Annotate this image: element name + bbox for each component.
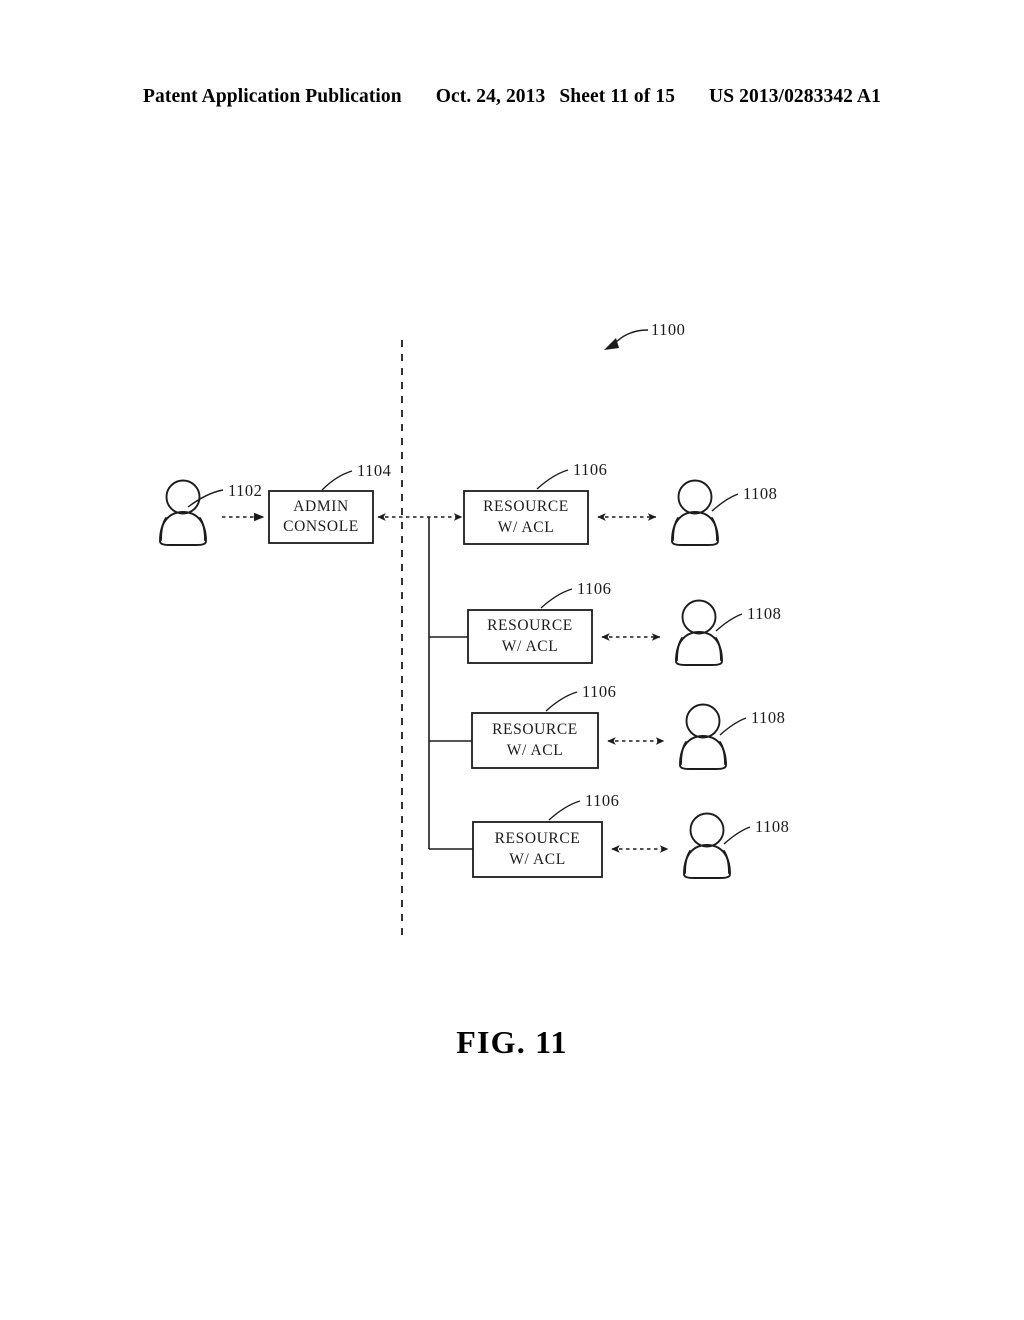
resource-user-2-ref-number: 1108 — [747, 604, 782, 623]
resource-node-2[interactable]: RESOURCE W/ ACL — [468, 610, 592, 663]
resource-1-ref-number: 1106 — [573, 460, 608, 479]
figure-11-diagram: 1100 1102 1104 ADMIN CONSOLE 1106 RESOUR… — [0, 0, 1024, 1320]
resource-4-label-line1: RESOURCE — [494, 830, 581, 848]
resource-node-4[interactable]: RESOURCE W/ ACL — [473, 822, 602, 877]
admin-user-icon — [159, 479, 207, 546]
resource-2-ref-number: 1106 — [577, 579, 612, 598]
admin-user-ref-leader — [187, 489, 224, 508]
resource-user-4-ref-number: 1108 — [755, 817, 790, 836]
resource-user-4-ref-leader — [723, 826, 751, 845]
resource-1-label-line1: RESOURCE — [483, 498, 569, 516]
system-ref-leader-1100 — [604, 329, 649, 350]
resource-node-3[interactable]: RESOURCE W/ ACL — [472, 713, 598, 768]
admin-console-label-line1: ADMIN — [293, 497, 349, 515]
resource-2-label-line2: W/ ACL — [501, 637, 559, 655]
resource-user-icon-3 — [679, 703, 727, 770]
resource-user-icon-1 — [671, 479, 719, 546]
resource-user-2-ref-leader — [715, 613, 743, 632]
admin-user-ref-number: 1102 — [228, 481, 263, 500]
resource-1-label-line2: W/ ACL — [497, 518, 555, 536]
admin-console-ref-number: 1104 — [357, 461, 392, 480]
resource-user-icon-2 — [675, 599, 723, 666]
resource-2-label-line1: RESOURCE — [487, 617, 573, 635]
resource-4-label-line2: W/ ACL — [509, 850, 566, 868]
resource-3-label-line2: W/ ACL — [506, 741, 564, 759]
resource-1-ref-leader — [536, 469, 569, 490]
resource-user-3-ref-leader — [719, 717, 747, 736]
admin-console-ref-leader — [321, 470, 353, 491]
resource-3-ref-number: 1106 — [582, 682, 617, 701]
resource-distribution-bus — [428, 517, 473, 850]
admin-console-node[interactable]: ADMIN CONSOLE — [269, 491, 373, 543]
resource-user-3-ref-number: 1108 — [751, 708, 786, 727]
resource-2-ref-leader — [540, 588, 573, 609]
resource-3-label-line1: RESOURCE — [492, 721, 578, 739]
resource-user-1-ref-number: 1108 — [743, 484, 778, 503]
resource-user-1-ref-leader — [711, 493, 739, 512]
figure-caption: FIG. 11 — [456, 1024, 568, 1060]
admin-console-label-line2: CONSOLE — [283, 518, 359, 535]
resource-3-ref-leader — [545, 691, 578, 712]
resource-4-ref-number: 1106 — [585, 791, 620, 810]
resource-user-icon-4 — [683, 812, 731, 879]
resource-4-ref-leader — [548, 800, 581, 821]
system-ref-number: 1100 — [651, 320, 686, 339]
resource-node-1[interactable]: RESOURCE W/ ACL — [464, 491, 588, 544]
